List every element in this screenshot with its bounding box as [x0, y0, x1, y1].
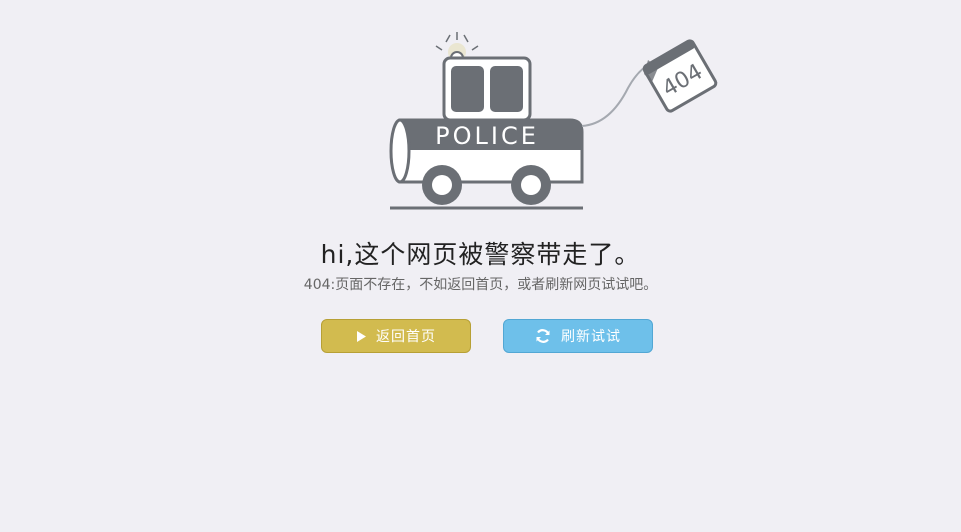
police-car-illustration: POLICE 404 — [389, 32, 718, 210]
error-subtitle: 404:页面不存在，不如返回首页，或者刷新网页试试吧。 — [303, 277, 658, 293]
back-home-button[interactable]: 返回首页 — [321, 319, 471, 353]
error-page: POLICE 404 hi,这个网页被警察带走了。 404:页面不存在，不如返回… — [0, 0, 961, 532]
error-title: hi,这个网页被警察带走了。 — [320, 240, 641, 269]
refresh-button[interactable]: 刷新试试 — [503, 319, 653, 353]
police-badge-text: POLICE — [435, 122, 539, 150]
play-icon — [356, 330, 366, 342]
back-home-label: 返回首页 — [376, 329, 436, 345]
refresh-icon — [535, 328, 551, 344]
refresh-label: 刷新试试 — [561, 329, 621, 345]
